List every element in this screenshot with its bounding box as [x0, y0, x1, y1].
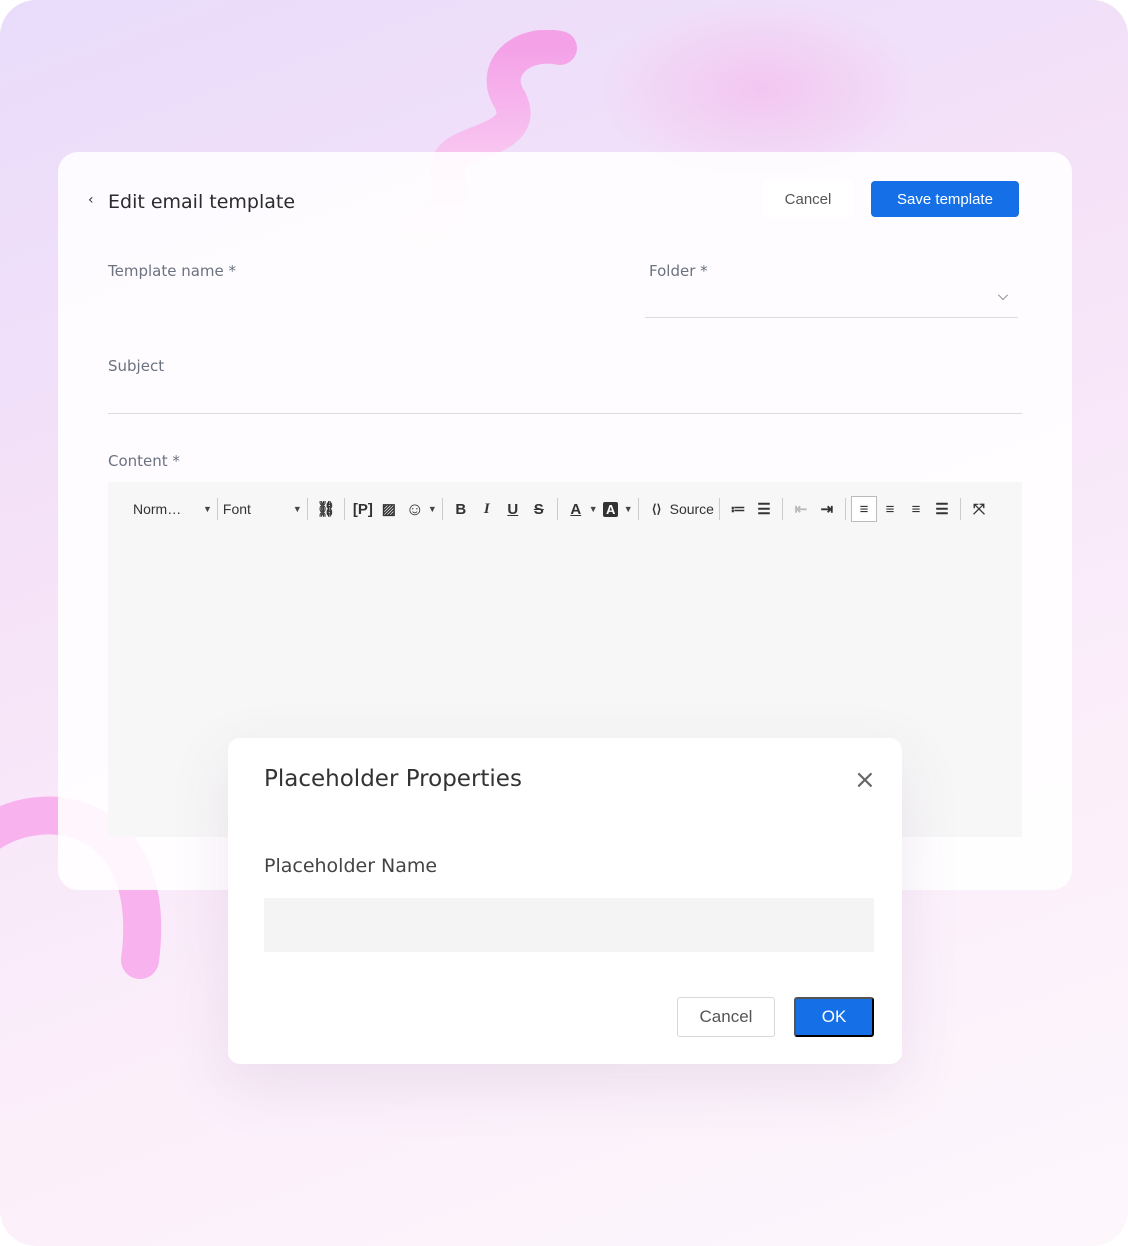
placeholder-icon[interactable]: [P] — [350, 496, 376, 522]
dialog-cancel-button[interactable]: Cancel — [677, 997, 775, 1037]
folder-underline — [645, 317, 1018, 318]
justify-icon[interactable]: ☰ — [929, 496, 955, 522]
placeholder-name-input[interactable] — [264, 898, 874, 952]
dialog-title: Placeholder Properties — [264, 766, 522, 792]
dialog-ok-button[interactable]: OK — [794, 997, 874, 1037]
subject-label: Subject — [108, 357, 165, 375]
separator — [844, 498, 846, 520]
folder-select[interactable] — [645, 280, 1018, 318]
font-select[interactable]: Font — [223, 501, 293, 517]
emoji-dropdown-icon[interactable]: ▼ — [428, 504, 437, 514]
placeholder-name-label: Placeholder Name — [264, 855, 438, 877]
source-label: Source — [669, 501, 714, 517]
align-center-icon[interactable]: ≡ — [877, 496, 903, 522]
subject-input[interactable] — [108, 378, 1022, 414]
background-color-dropdown-icon[interactable]: ▼ — [624, 504, 633, 514]
emoji-icon[interactable]: ☺ — [402, 496, 428, 522]
maximize-icon[interactable]: ⤧ — [966, 496, 992, 522]
separator — [556, 498, 558, 520]
placeholder-properties-dialog: Placeholder Properties × Placeholder Nam… — [228, 738, 902, 1064]
underline-icon[interactable]: U — [500, 496, 526, 522]
strikethrough-icon[interactable]: S — [526, 496, 552, 522]
numbered-list-icon[interactable]: ≔ — [725, 496, 751, 522]
bullet-list-icon[interactable]: ☰ — [751, 496, 777, 522]
source-icon: ⟨⟩ — [651, 502, 662, 516]
image-icon[interactable]: ▨ — [376, 496, 402, 522]
separator — [637, 498, 639, 520]
text-color-dropdown-icon[interactable]: ▼ — [589, 504, 598, 514]
separator — [216, 498, 218, 520]
indent-icon[interactable]: ⇥ — [814, 496, 840, 522]
subject-underline — [108, 413, 1022, 414]
format-dropdown-icon[interactable]: ▼ — [203, 504, 212, 514]
separator — [781, 498, 783, 520]
back-chevron-icon[interactable]: ‹ — [88, 192, 94, 208]
save-template-button[interactable]: Save template — [871, 181, 1019, 217]
link-icon[interactable]: ⛓ — [313, 496, 339, 522]
separator — [718, 498, 720, 520]
separator — [441, 498, 443, 520]
bold-icon[interactable]: B — [448, 496, 474, 522]
folder-label: Folder * — [649, 262, 708, 280]
text-color-icon[interactable]: A — [563, 496, 589, 522]
background-color-icon[interactable]: A — [598, 496, 624, 522]
italic-icon[interactable]: I — [474, 496, 500, 522]
font-dropdown-icon[interactable]: ▼ — [293, 504, 302, 514]
source-button[interactable]: ⟨⟩ Source — [644, 496, 714, 522]
align-right-icon[interactable]: ≡ — [903, 496, 929, 522]
content-label: Content * — [108, 452, 180, 470]
format-select[interactable]: Norm… — [133, 501, 203, 517]
separator — [959, 498, 961, 520]
template-name-label: Template name * — [108, 262, 237, 280]
outdent-icon[interactable]: ⇤ — [788, 496, 814, 522]
page-title: Edit email template — [108, 191, 296, 213]
separator — [306, 498, 308, 520]
editor-toolbar: Norm… ▼ Font ▼ ⛓ [P] ▨ ☺ ▼ B I U S A ▼ A ▼ ⟨⟩… — [108, 492, 992, 526]
align-left-icon[interactable]: ≡ — [850, 496, 877, 522]
close-icon[interactable]: × — [854, 766, 876, 794]
cancel-button[interactable]: Cancel — [763, 181, 853, 217]
separator — [343, 498, 345, 520]
